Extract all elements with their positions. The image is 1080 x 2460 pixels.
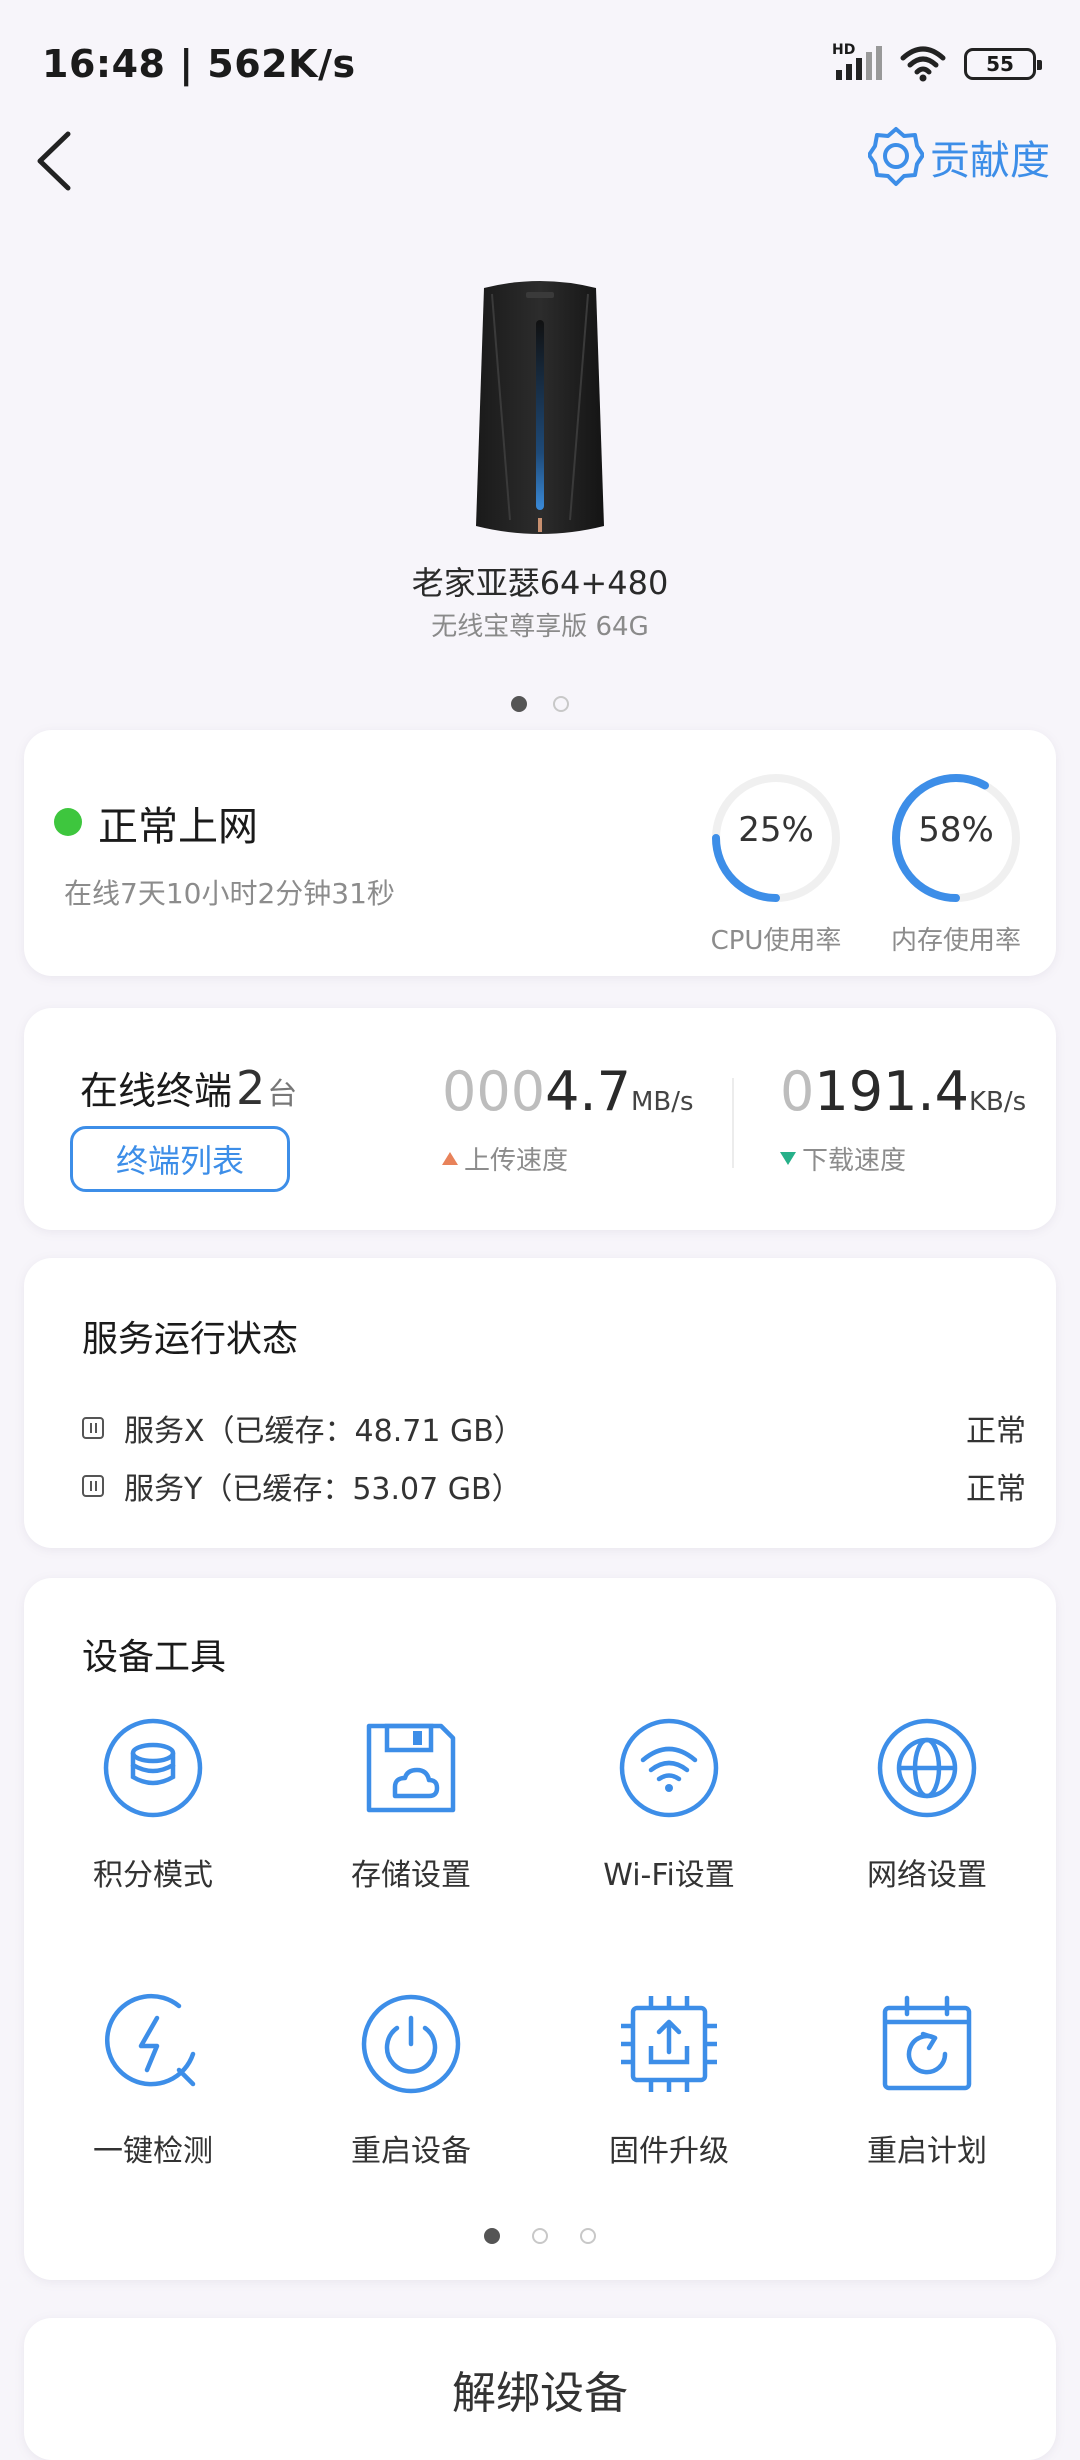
uptime-text: 在线7天10小时2分钟31秒 [64,877,395,910]
memory-label: 内存使用率 [890,926,1021,956]
tool-label: 网络设置 [867,1858,987,1893]
firmware-icon [621,1996,717,2092]
download-speed: 0191.4KB/s [780,1060,1026,1123]
upload-label: 上传速度 [464,1146,569,1176]
terminal-list-button[interactable]: 终端列表 [70,1126,290,1192]
battery-level: 55 [986,52,1014,76]
upload-speed: 0004.7MB/s [442,1060,694,1123]
contribution-button[interactable]: 贡献度 [868,126,1050,188]
device-tools-card: 设备工具 积分模式 存储设置 Wi-Fi设置 网络设置 一键检测 重启设备 固件… [24,1578,1056,2280]
service-row: 服务X（已缓存：48.71 GB） 正常 [82,1406,1026,1450]
unbind-card: 解绑设备 [24,2318,1056,2460]
globe-icon [877,1718,977,1818]
service-row: 服务Y（已缓存：53.07 GB） 正常 [82,1464,1026,1508]
terminal-count: 2 [236,1061,266,1115]
terminal-unit: 台 [267,1077,298,1112]
contribution-label: 贡献度 [930,138,1050,184]
pager-dot[interactable] [580,2228,596,2244]
power-icon [361,1994,461,2094]
service-icon [82,1475,104,1497]
download-label: 下载速度 [802,1146,907,1176]
upload-value: 4.7 [545,1060,631,1123]
online-indicator [54,808,82,836]
chevron-left-icon [37,131,71,191]
service-status: 正常 [966,1472,1026,1507]
terminal-card: 在线终端2台 终端列表 0004.7MB/s 上传速度 0191.4KB/s 下… [24,1008,1056,1230]
tool-points-mode[interactable]: 积分模式 [24,1716,282,1894]
tool-network-settings[interactable]: 网络设置 [798,1716,1056,1894]
online-terminals: 在线终端2台 [80,1060,297,1115]
service-name: 服务Y（已缓存：53.07 GB） [124,1472,522,1507]
service-section-title: 服务运行状态 [82,1319,299,1360]
diagnose-icon [105,1993,196,2087]
download-value: 191.4 [814,1060,969,1123]
tools-pager[interactable] [24,2228,1056,2244]
memory-value: 58% [918,810,994,850]
coins-icon [103,1718,203,1818]
download-unit: KB/s [968,1087,1027,1117]
network-status-title: 正常上网 [98,804,258,850]
tool-label: Wi-Fi设置 [603,1858,735,1893]
upload-unit: MB/s [630,1087,694,1117]
upload-label-row: 上传速度 [442,1140,568,1177]
tool-label: 一键检测 [93,2134,213,2169]
tool-label: 积分模式 [93,1858,213,1893]
download-label-row: 下载速度 [780,1140,906,1177]
cellular-signal-icon: HD [832,42,882,82]
tool-label: 重启设备 [351,2134,471,2169]
tool-label: 固件升级 [609,2134,729,2169]
pager-dot-active[interactable] [511,696,527,712]
back-button[interactable] [30,128,80,194]
status-bar: 16:48 | 562K/s HD 55 [0,0,1080,130]
terminal-title: 在线终端 [80,1069,233,1113]
status-time: 16:48 | 562K/s [42,42,356,86]
service-name: 服务X（已缓存：48.71 GB） [124,1414,524,1449]
service-icon [82,1417,104,1439]
tool-label: 重启计划 [867,2134,987,2169]
service-status: 正常 [966,1414,1026,1449]
tool-label: 存储设置 [351,1858,471,1893]
download-arrow-icon [780,1152,796,1165]
gear-badge-icon [868,127,924,186]
device-pager[interactable] [0,696,1080,712]
tool-restart-device[interactable]: 重启设备 [282,1992,540,2170]
tool-wifi-settings[interactable]: Wi-Fi设置 [540,1716,798,1894]
unbind-device-button[interactable]: 解绑设备 [24,2318,1056,2460]
tool-firmware-upgrade[interactable]: 固件升级 [540,1992,798,2170]
wifi-status-icon [900,46,946,82]
cpu-label: CPU使用率 [710,926,842,956]
speed-divider [732,1078,734,1168]
device-name: 老家亚瑟64+480 [411,564,669,602]
status-icons: HD 55 [832,42,1042,82]
schedule-icon [882,1995,972,2091]
storage-icon [366,1723,456,1813]
upload-leading-zeros: 000 [442,1060,546,1123]
tool-one-click-check[interactable]: 一键检测 [24,1992,282,2170]
pager-dot-active[interactable] [484,2228,500,2244]
service-status-card: 服务运行状态 服务X（已缓存：48.71 GB） 正常 服务Y（已缓存：53.0… [24,1258,1056,1548]
download-leading-zeros: 0 [780,1060,815,1123]
wifi-icon [619,1718,719,1818]
router-image [470,280,610,538]
cpu-gauge: 25% CPU使用率 [676,768,876,958]
tool-restart-schedule[interactable]: 重启计划 [798,1992,1056,2170]
tools-section-title: 设备工具 [82,1637,227,1678]
network-status-card: 正常上网 在线7天10小时2分钟31秒 25% CPU使用率 58% 内存使用率 [24,730,1056,976]
pager-dot[interactable] [532,2228,548,2244]
memory-gauge: 58% 内存使用率 [856,768,1056,958]
pager-dot[interactable] [553,696,569,712]
upload-arrow-icon [442,1152,458,1165]
cpu-value: 25% [738,810,814,850]
device-model: 无线宝尊享版 64G [431,612,649,642]
battery-icon: 55 [964,48,1042,80]
tool-storage-settings[interactable]: 存储设置 [282,1716,540,1894]
